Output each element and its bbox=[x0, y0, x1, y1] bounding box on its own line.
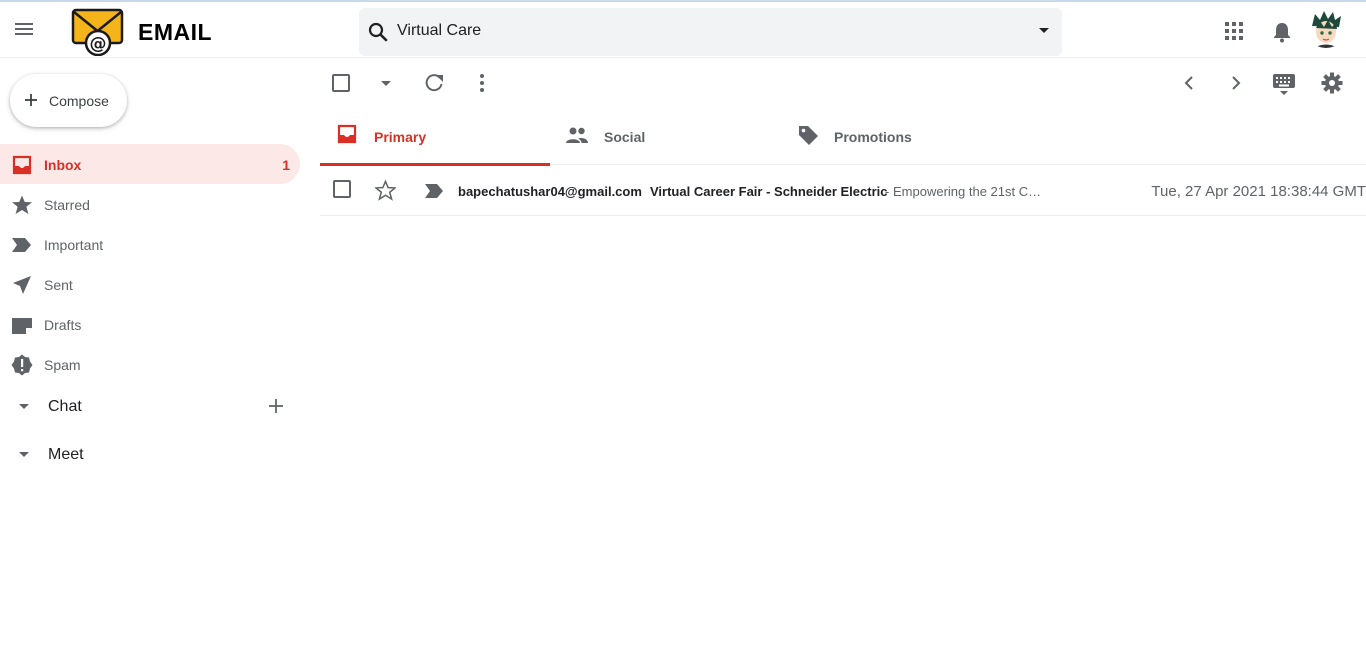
email-date: Tue, 27 Apr 2021 18:38:44 GMT bbox=[1151, 183, 1366, 200]
select-all-checkbox[interactable] bbox=[332, 74, 350, 92]
compose-button[interactable]: Compose bbox=[10, 74, 127, 127]
sidebar-item-label: Inbox bbox=[44, 157, 82, 173]
more-options-icon[interactable] bbox=[476, 72, 488, 94]
top-header: @ EMAIL bbox=[0, 2, 1366, 58]
tab-promotions[interactable]: Promotions bbox=[780, 107, 1010, 165]
chevron-down-icon[interactable] bbox=[19, 452, 29, 457]
email-row[interactable]: bapechatushar04@gmail.com Virtual Career… bbox=[320, 166, 1366, 216]
sidebar-section-meet[interactable]: Meet bbox=[0, 434, 300, 474]
svg-text:@: @ bbox=[90, 34, 107, 54]
tab-social[interactable]: Social bbox=[550, 107, 780, 165]
section-label: Meet bbox=[48, 446, 84, 463]
sidebar-item-drafts[interactable]: Drafts bbox=[0, 304, 300, 344]
email-subject: Virtual Career Fair - Schneider Electric bbox=[650, 184, 888, 199]
next-page-icon[interactable] bbox=[1226, 73, 1246, 93]
email-snippet: Empowering the 21st Century bbox=[893, 184, 1048, 199]
category-tabs: Primary Social Promotions bbox=[320, 107, 1366, 166]
avatar[interactable] bbox=[1306, 8, 1346, 48]
subject-snippet-separator: - bbox=[885, 184, 890, 199]
settings-gear-icon[interactable] bbox=[1321, 72, 1343, 94]
star-outline-icon[interactable] bbox=[375, 180, 396, 201]
keyboard-icon[interactable] bbox=[1272, 72, 1296, 96]
sidebar-item-label: Spam bbox=[44, 357, 81, 373]
refresh-icon[interactable] bbox=[423, 72, 445, 94]
tab-primary[interactable]: Primary bbox=[320, 107, 550, 166]
plus-icon bbox=[25, 94, 37, 106]
compose-label: Compose bbox=[49, 93, 109, 109]
email-select-checkbox[interactable] bbox=[333, 180, 351, 198]
app-title: EMAIL bbox=[138, 19, 213, 45]
sidebar-item-label: Drafts bbox=[44, 317, 82, 333]
notifications-bell-icon[interactable] bbox=[1272, 21, 1292, 43]
sidebar-item-spam[interactable]: Spam bbox=[0, 344, 300, 384]
tab-label: Promotions bbox=[834, 129, 912, 145]
section-label: Chat bbox=[48, 398, 82, 415]
apps-grid-icon[interactable] bbox=[1225, 22, 1243, 40]
sidebar-item-label: Starred bbox=[44, 197, 90, 213]
chevron-down-icon[interactable] bbox=[19, 404, 29, 409]
prev-page-icon[interactable] bbox=[1179, 73, 1199, 93]
unread-count-badge: 1 bbox=[282, 157, 290, 173]
star-icon bbox=[12, 195, 32, 214]
drafts-icon bbox=[12, 318, 32, 334]
search-bar[interactable] bbox=[359, 8, 1062, 56]
search-options-dropdown-icon[interactable] bbox=[1039, 28, 1049, 33]
select-dropdown-icon[interactable] bbox=[381, 81, 391, 86]
sidebar-item-label: Sent bbox=[44, 277, 73, 293]
email-sender: bapechatushar04@gmail.com bbox=[458, 184, 642, 199]
sidebar-item-inbox[interactable]: Inbox 1 bbox=[0, 144, 300, 184]
inbox-icon bbox=[12, 155, 32, 175]
sidebar-item-sent[interactable]: Sent bbox=[0, 264, 300, 304]
search-icon[interactable] bbox=[366, 20, 390, 44]
tab-label: Primary bbox=[374, 129, 427, 145]
sidebar-section-chat[interactable]: Chat bbox=[0, 386, 300, 426]
menu-icon[interactable] bbox=[12, 20, 36, 40]
send-icon bbox=[13, 276, 31, 294]
sidebar-item-starred[interactable]: Starred bbox=[0, 184, 300, 224]
tab-label: Social bbox=[604, 129, 646, 145]
search-input[interactable] bbox=[397, 18, 1017, 44]
sidebar-item-label: Important bbox=[44, 237, 104, 253]
add-chat-icon[interactable] bbox=[266, 396, 286, 416]
tag-icon bbox=[799, 126, 818, 145]
important-icon bbox=[12, 238, 31, 252]
inbox-icon bbox=[337, 124, 357, 144]
important-marker-icon[interactable] bbox=[424, 183, 444, 199]
spam-icon bbox=[11, 354, 33, 376]
sidebar-item-important[interactable]: Important bbox=[0, 224, 300, 264]
email-logo-icon: @ bbox=[71, 8, 124, 56]
people-icon bbox=[566, 127, 588, 143]
